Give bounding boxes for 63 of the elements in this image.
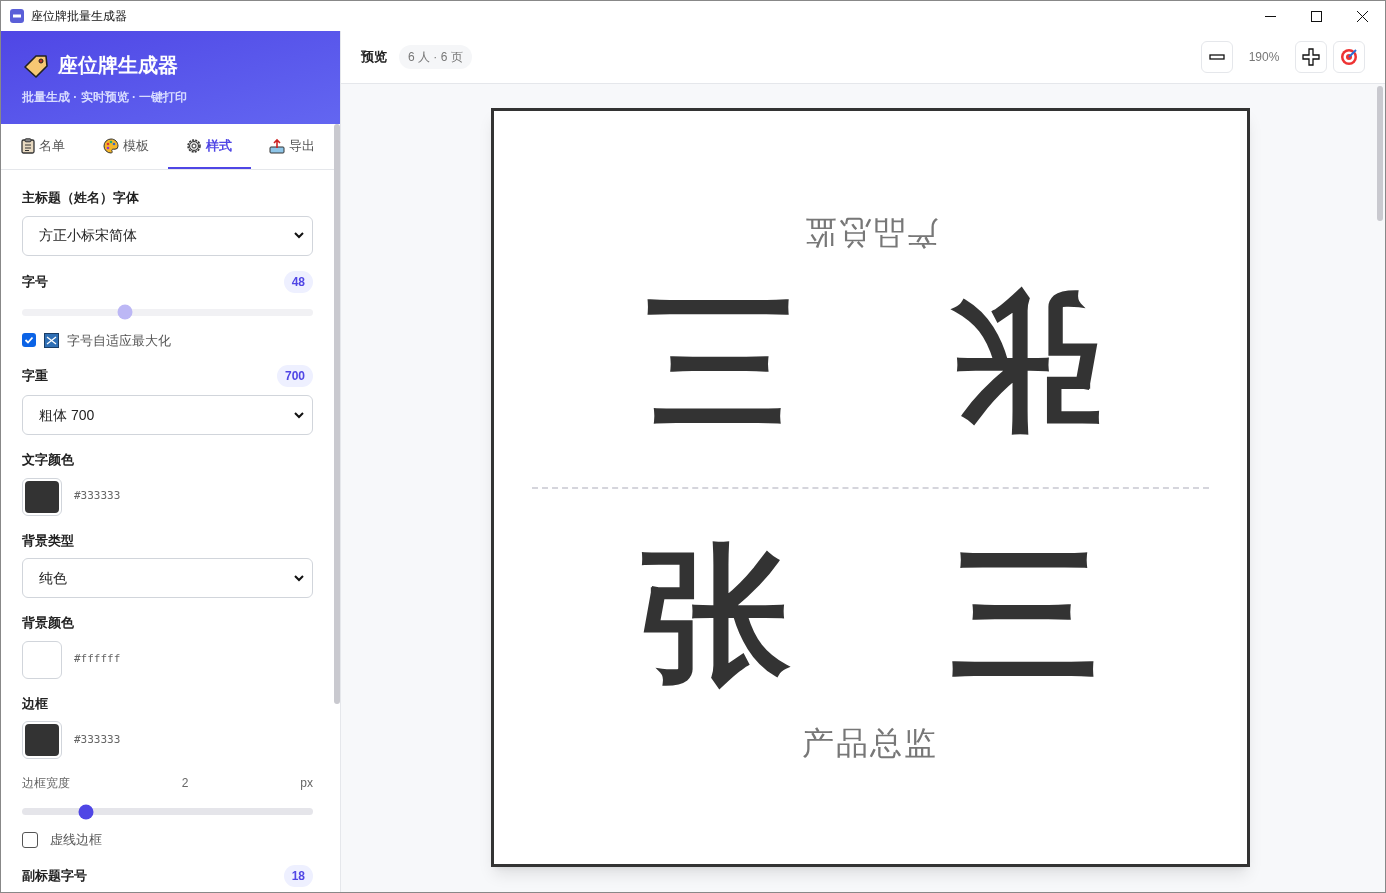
- color-code: #333333: [74, 731, 121, 748]
- plus-icon: [1302, 48, 1320, 66]
- value-badge: 700: [276, 365, 313, 387]
- chevron-icon: [294, 411, 304, 419]
- color-code: #ffffff: [74, 651, 121, 668]
- shuffle-icon: [44, 332, 59, 348]
- zoom-out-button[interactable]: [1201, 41, 1233, 73]
- fit-button[interactable]: [1333, 41, 1365, 73]
- name-character: 三: [950, 538, 1100, 689]
- palette-icon: [102, 137, 119, 154]
- target-icon: [1340, 48, 1358, 66]
- checkbox-label: 虚线边框: [50, 831, 102, 849]
- tab[interactable]: 名单: [1, 124, 85, 169]
- job-title: 产品总监: [802, 212, 938, 254]
- chevron-icon: [294, 232, 304, 239]
- field-label: 边框: [22, 694, 49, 713]
- field-label: 副标题字号: [22, 866, 87, 885]
- preview-title: 预览: [361, 48, 387, 67]
- field-label: 主标题（姓名）字体: [22, 189, 139, 207]
- checkbox-label: 字号自适应最大化: [67, 331, 171, 350]
- tab[interactable]: 样式: [167, 124, 251, 169]
- scrollbar[interactable]: [1377, 86, 1383, 221]
- zoom-level: 190%: [1247, 49, 1281, 66]
- scrollbar[interactable]: [334, 124, 340, 704]
- field-label: 背景类型: [22, 531, 74, 550]
- name-character: 张: [950, 286, 1100, 437]
- app-title: 座位牌生成器: [58, 52, 178, 78]
- checkbox[interactable]: [22, 333, 36, 348]
- tab[interactable]: 模板: [84, 124, 168, 169]
- field-label: 边框宽度: [22, 775, 70, 792]
- clipboard-icon: [20, 137, 35, 154]
- select-field[interactable]: 粗体 700: [22, 395, 313, 435]
- select-field[interactable]: 方正小标宋简体: [22, 215, 313, 256]
- name-character: 张: [640, 538, 790, 689]
- color-swatch[interactable]: [22, 640, 62, 679]
- value-badge: 48: [283, 270, 313, 293]
- chevron-icon: [294, 574, 304, 582]
- field-value: 2: [181, 775, 189, 792]
- app-icon: [10, 9, 24, 23]
- name-character: 三: [640, 286, 790, 437]
- field-label: 字号: [22, 272, 48, 291]
- app-subtitle: 批量生成 · 实时预览 · 一键打印: [22, 88, 189, 106]
- color-swatch[interactable]: [22, 477, 62, 516]
- unit-label: px: [300, 775, 313, 792]
- maximize-icon: [1310, 10, 1322, 22]
- color-swatch[interactable]: [22, 721, 62, 759]
- checkbox[interactable]: [22, 831, 38, 848]
- field-label: 背景颜色: [22, 614, 75, 632]
- export-icon: [269, 137, 286, 154]
- tab[interactable]: 导出: [250, 124, 334, 169]
- settings-icon: [186, 137, 203, 154]
- zoom-in-button[interactable]: [1295, 41, 1327, 73]
- check-icon: [24, 335, 34, 346]
- field-label: 字重: [22, 367, 48, 386]
- slider-thumb[interactable]: [78, 804, 94, 819]
- color-code: #333333: [74, 488, 121, 505]
- job-title: 产品总监: [802, 722, 938, 764]
- field-label: 文字颜色: [22, 451, 75, 469]
- count-badge: 6 人 · 6 页: [399, 45, 472, 69]
- window-title: 座位牌批量生成器: [31, 8, 127, 25]
- close-icon: [1356, 10, 1368, 22]
- value-badge: 18: [283, 864, 313, 887]
- select-field[interactable]: 纯色: [22, 558, 313, 598]
